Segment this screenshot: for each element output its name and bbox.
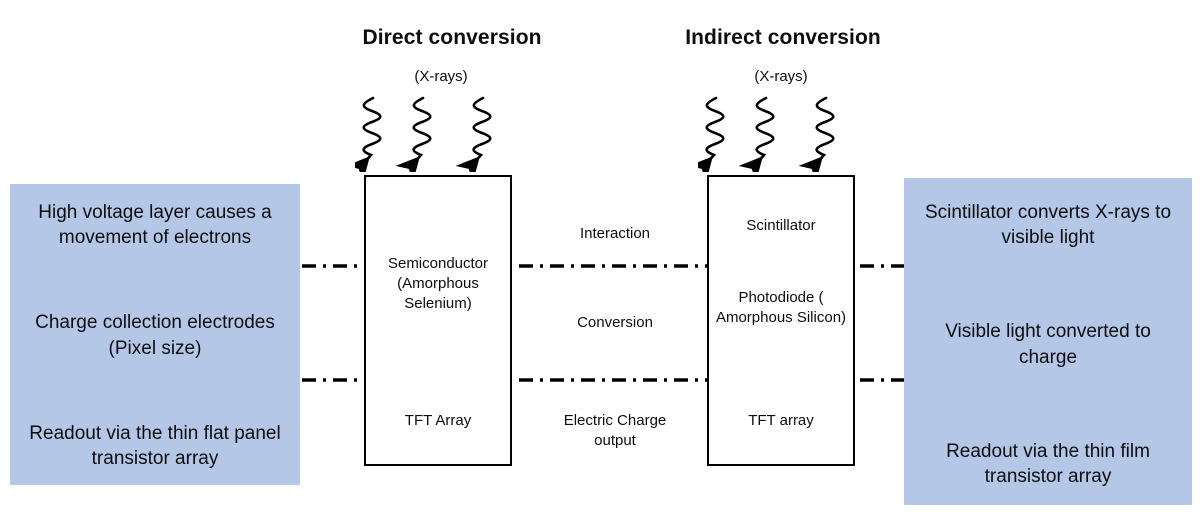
direct-conversion-title: Direct conversion xyxy=(362,26,542,49)
direct-layer-semiconductor: Semiconductor (Amorphous Selenium) xyxy=(366,254,510,314)
right-description-panel: Scintillator converts X-rays to visible … xyxy=(904,178,1192,505)
direct-layer-tft-array: TFT Array xyxy=(366,411,510,431)
process-step-charge-output: Electric Charge output xyxy=(545,411,685,452)
process-step-conversion: Conversion xyxy=(545,313,685,334)
right-panel-item-2: Visible light converted to charge xyxy=(945,321,1151,368)
indirect-layer-photodiode: Photodiode ( Amorphous Silicon) xyxy=(709,288,853,328)
xray-wave-group-right xyxy=(698,96,835,172)
indirect-conversion-title: Indirect conversion xyxy=(685,26,881,49)
left-panel-item-1: High voltage layer causes a movement of … xyxy=(38,202,272,249)
left-panel-item-2: Charge collection electrodes (Pixel size… xyxy=(35,312,275,359)
detector-comparison-diagram: Direct conversion Indirect conversion (X… xyxy=(0,0,1202,531)
xray-caption-right: (X-rays) xyxy=(754,68,808,85)
left-description-panel: High voltage layer causes a movement of … xyxy=(10,184,300,485)
xray-wave-group-left xyxy=(355,96,492,172)
right-panel-item-1: Scintillator converts X-rays to visible … xyxy=(924,202,1172,249)
right-panel-item-3: Readout via the thin film transistor arr… xyxy=(946,440,1150,487)
xray-caption-left: (X-rays) xyxy=(414,68,468,85)
indirect-layer-tft-array: TFT array xyxy=(709,411,853,431)
process-step-interaction: Interaction xyxy=(545,224,685,245)
indirect-layer-scintillator: Scintillator xyxy=(709,216,853,236)
left-panel-item-3: Readout via the thin flat panel transist… xyxy=(29,422,281,469)
